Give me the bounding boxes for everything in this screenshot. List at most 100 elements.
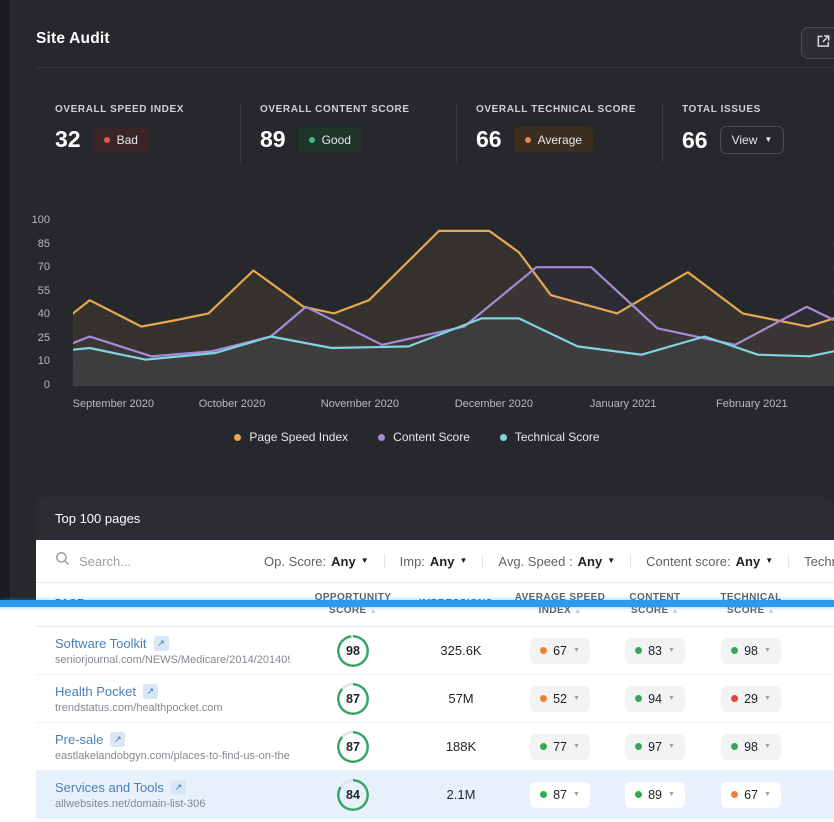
opportunity-ring: 87 bbox=[337, 683, 369, 715]
speed-score-pill[interactable]: 87 ▼ bbox=[530, 781, 590, 808]
chevron-down-icon: ▼ bbox=[667, 791, 675, 798]
legend-item-technical-score: Technical Score bbox=[499, 430, 600, 444]
page-title-link[interactable]: Health Pocket bbox=[55, 684, 136, 699]
bad-dot-icon bbox=[731, 695, 739, 702]
stat-overall-content-score: Overall Content Score 89 Good bbox=[241, 96, 456, 170]
page-url: trendstatus.com/healthpocket.com bbox=[55, 701, 223, 714]
stat-label: Total Issues bbox=[682, 104, 761, 115]
status-badge-bad: Bad bbox=[92, 127, 149, 152]
page-cell: Software Toolkit ↗ seniorjournal.com/NEWS/… bbox=[36, 635, 290, 666]
external-link-icon[interactable]: ↗ bbox=[110, 731, 126, 747]
speed-score-pill[interactable]: 77 ▼ bbox=[530, 733, 590, 760]
search-input[interactable] bbox=[79, 553, 249, 569]
score-value: 67 bbox=[553, 643, 567, 658]
status-badge-average: Average bbox=[513, 127, 594, 152]
technical-score-pill[interactable]: 29 ▼ bbox=[721, 685, 781, 712]
legend-item-content-score: Content Score bbox=[378, 430, 470, 444]
filter-op-score[interactable]: Op. Score: Any ▼ bbox=[249, 554, 384, 569]
good-dot-icon bbox=[731, 743, 739, 750]
score-value: 98 bbox=[744, 643, 758, 658]
opportunity-ring: 87 bbox=[337, 731, 369, 763]
external-link-icon[interactable]: ↗ bbox=[170, 779, 186, 795]
top-pages-table: Op. Score:Any▼ Imp:Any▼ Avg. Speed :Any▼… bbox=[36, 540, 834, 822]
stat-label: Overall Technical Score bbox=[476, 104, 637, 115]
filters: Op. Score: Any ▼ Imp: Any ▼ Avg. Speed : Any ▼… bbox=[249, 553, 834, 569]
page-title-link[interactable]: Pre-sale bbox=[55, 732, 103, 747]
technical-score-pill[interactable]: 98 ▼ bbox=[721, 733, 781, 760]
x-axis-label: January 2021 bbox=[589, 398, 657, 410]
opportunity-ring: 84 bbox=[337, 779, 369, 811]
score-value: 67 bbox=[744, 787, 758, 802]
good-dot-icon bbox=[635, 791, 643, 798]
status-badge-good: Good bbox=[297, 127, 362, 152]
y-axis-label: 85 bbox=[37, 237, 50, 250]
score-value: 98 bbox=[744, 739, 758, 754]
technical-score-pill[interactable]: 98 ▼ bbox=[721, 637, 781, 664]
stat-label: Overall Speed Index bbox=[55, 104, 185, 115]
sort-triangle-icon: ▲ bbox=[369, 607, 377, 615]
content-score-pill[interactable]: 89 ▼ bbox=[625, 781, 685, 808]
page-title-link[interactable]: Software Toolkit bbox=[55, 636, 147, 651]
chart-legend: Page Speed Index Content Score Technical… bbox=[0, 430, 834, 444]
sort-triangle-icon: ▲ bbox=[574, 607, 582, 615]
search-box[interactable] bbox=[55, 551, 249, 571]
speed-score-pill[interactable]: 52 ▼ bbox=[530, 685, 590, 712]
legend-item-page-speed-index: Page Speed Index bbox=[234, 430, 348, 444]
white-margin bbox=[0, 607, 36, 822]
good-dot-icon bbox=[635, 647, 643, 654]
export-button[interactable] bbox=[801, 27, 834, 59]
filter-impressions[interactable]: Imp: Any ▼ bbox=[383, 553, 483, 569]
x-axis-label: December 2020 bbox=[454, 398, 533, 410]
impressions-value: 188K bbox=[445, 739, 477, 754]
legend-dot-icon bbox=[378, 433, 386, 441]
score-value: 83 bbox=[648, 643, 662, 658]
x-axis-label: February 2021 bbox=[716, 398, 788, 410]
chevron-down-icon: ▼ bbox=[667, 647, 675, 654]
external-link-icon[interactable]: ↗ bbox=[142, 683, 158, 699]
table-row: Services and Tools ↗ allwebsites.net/domai… bbox=[36, 771, 834, 819]
section-title: Top 100 pages bbox=[55, 511, 141, 526]
score-value: 94 bbox=[648, 691, 662, 706]
filter-technical-score[interactable]: Technical Score: bbox=[788, 553, 834, 569]
export-icon bbox=[814, 33, 832, 53]
impressions-value: 57M bbox=[448, 691, 474, 706]
bad-dot-icon bbox=[103, 136, 110, 143]
filter-avg-speed[interactable]: Avg. Speed : Any ▼ bbox=[482, 553, 630, 569]
content-score-pill[interactable]: 94 ▼ bbox=[625, 685, 685, 712]
page-title-link[interactable]: Services and Tools bbox=[55, 780, 164, 795]
content-score-pill[interactable]: 97 ▼ bbox=[625, 733, 685, 760]
good-dot-icon bbox=[308, 136, 315, 143]
chevron-down-icon: ▼ bbox=[763, 647, 771, 654]
opportunity-value: 98 bbox=[346, 643, 360, 658]
y-axis-label: 40 bbox=[37, 308, 50, 321]
y-axis-label: 55 bbox=[37, 284, 50, 297]
good-dot-icon bbox=[540, 743, 548, 750]
line-chart bbox=[71, 220, 834, 387]
stat-overall-technical-score: Overall Technical Score 66 Average bbox=[457, 96, 662, 170]
blue-divider-bar[interactable] bbox=[0, 600, 834, 607]
sort-triangle-icon: ▲ bbox=[767, 607, 775, 615]
filter-content-score[interactable]: Content score: Any ▼ bbox=[630, 553, 788, 569]
stat-overall-speed-index: Overall Speed Index 32 Bad bbox=[36, 96, 240, 170]
sort-triangle-icon: ▲ bbox=[671, 607, 679, 615]
table-toolbar: Op. Score:Any▼ Imp:Any▼ Avg. Speed :Any▼… bbox=[36, 540, 834, 583]
external-link-icon[interactable]: ↗ bbox=[153, 635, 169, 651]
page-cell: Health Pocket ↗ trendstatus.com/healthpock… bbox=[36, 683, 290, 714]
content-score-pill[interactable]: 83 ▼ bbox=[625, 637, 685, 664]
speed-score-pill[interactable]: 67 ▼ bbox=[530, 637, 590, 664]
chevron-down-icon: ▼ bbox=[763, 743, 771, 750]
page-cell: Services and Tools ↗ allwebsites.net/domai… bbox=[36, 779, 290, 810]
chevron-down-icon: ▼ bbox=[667, 743, 675, 750]
page-url: allwebsites.net/domain-list-306 bbox=[55, 797, 206, 810]
technical-score-pill[interactable]: 67 ▼ bbox=[721, 781, 781, 808]
chevron-down-icon: ▼ bbox=[763, 791, 771, 798]
header-divider bbox=[36, 67, 834, 68]
y-axis-label: 25 bbox=[37, 331, 50, 344]
total-issues-view-button[interactable]: View ▼ bbox=[719, 126, 785, 154]
chevron-down-icon: ▼ bbox=[765, 556, 774, 565]
chevron-down-icon: ▼ bbox=[360, 556, 369, 565]
x-axis-label: October 2020 bbox=[198, 398, 266, 410]
stat-label: Overall Content Score bbox=[260, 104, 410, 115]
impressions-value: 325.6K bbox=[440, 643, 482, 658]
chevron-down-icon: ▼ bbox=[459, 556, 468, 565]
